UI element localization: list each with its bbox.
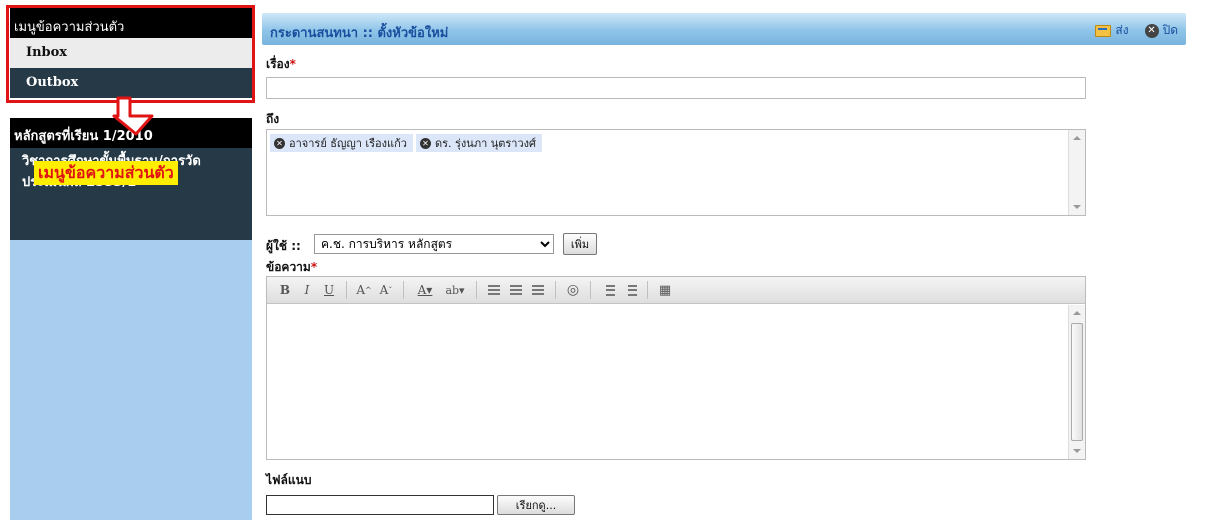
user-label: ผู้ใช้ ::: [266, 239, 301, 253]
bold-icon[interactable]: B: [275, 280, 295, 300]
message-label: ข้อความ*: [266, 258, 317, 277]
toolbar-separator: [346, 281, 347, 299]
scroll-up-icon[interactable]: [1073, 136, 1081, 140]
toolbar-separator: [590, 281, 591, 299]
remove-recipient-icon[interactable]: ✕: [274, 137, 285, 149]
close-circle-icon: ✕: [1144, 23, 1159, 38]
toolbar-separator: [403, 281, 404, 299]
align-right-icon[interactable]: [528, 280, 548, 300]
callout-label: เมนูข้อความส่วนตัว: [34, 161, 178, 185]
message-scrollbar[interactable]: [1068, 305, 1085, 459]
course-section-title: หลักสูตรที่เรียน 1/2010: [10, 118, 252, 148]
message-menu-title: เมนูข้อความส่วนตัว: [10, 8, 252, 38]
remove-recipient-icon[interactable]: ✕: [419, 137, 431, 149]
send-button[interactable]: ส่ง: [1095, 21, 1129, 40]
unordered-list-icon[interactable]: [620, 280, 640, 300]
recipient-chip[interactable]: ✕ อาจารย์ ธัญญา เรืองแก้ว: [270, 134, 413, 152]
recipients-box[interactable]: ✕ อาจารย์ ธัญญา เรืองแก้ว ✕ ดร. รุ่งนภา …: [266, 129, 1086, 216]
message-textarea[interactable]: [267, 305, 1068, 459]
add-user-button[interactable]: เพิ่ม: [563, 233, 597, 255]
editor-toolbar: B I U A ^ Aˇ A▾ ab▾ ◎ ▦: [267, 277, 1085, 304]
toolbar-separator: [647, 281, 648, 299]
scroll-down-icon[interactable]: [1073, 205, 1081, 209]
compose-panel: กระดานสนทนา :: ตั้งหัวข้อใหม่ ส่ง ✕ ปิด …: [262, 13, 1186, 520]
attachment-path-input[interactable]: [266, 495, 494, 515]
italic-icon[interactable]: I: [297, 280, 317, 300]
toolbar-separator: [476, 281, 477, 299]
close-button[interactable]: ✕ ปิด: [1144, 21, 1178, 40]
to-label: ถึง: [266, 112, 280, 126]
scroll-up-icon[interactable]: [1073, 311, 1081, 315]
sidebar: เมนูข้อความส่วนตัว Inbox Outbox หลักสูตร…: [10, 8, 252, 520]
font-color-icon[interactable]: A▾: [411, 280, 439, 300]
recipient-chip[interactable]: ✕ ดร. รุ่งนภา นุตราวงศ์: [415, 134, 543, 152]
scroll-down-icon[interactable]: [1073, 449, 1081, 453]
align-left-icon[interactable]: [484, 280, 504, 300]
subject-input[interactable]: [266, 77, 1086, 99]
scroll-thumb[interactable]: [1071, 323, 1083, 441]
close-label: ปิด: [1162, 23, 1178, 37]
toolbar-separator: [555, 281, 556, 299]
message-label-text: ข้อความ: [266, 260, 311, 274]
highlight-color-icon[interactable]: ab▾: [441, 280, 469, 300]
sidebar-item-outbox[interactable]: Outbox: [10, 68, 252, 98]
ordered-list-icon[interactable]: [598, 280, 618, 300]
recipients-scrollbar[interactable]: [1068, 130, 1085, 215]
recipient-name: อาจารย์ ธัญญา เรืองแก้ว: [289, 137, 407, 150]
increase-font-icon[interactable]: A ^: [354, 280, 374, 300]
align-center-icon[interactable]: [506, 280, 526, 300]
send-mail-icon: [1095, 24, 1112, 37]
titlebar-actions: ส่ง ✕ ปิด: [1095, 21, 1178, 40]
panel-titlebar: กระดานสนทนา :: ตั้งหัวข้อใหม่ ส่ง ✕ ปิด: [262, 13, 1186, 45]
decrease-font-icon[interactable]: Aˇ: [376, 280, 396, 300]
sidebar-gap: [10, 98, 252, 118]
sidebar-item-inbox[interactable]: Inbox: [10, 38, 252, 68]
send-label: ส่ง: [1115, 23, 1129, 37]
insert-link-icon[interactable]: ◎: [563, 280, 583, 300]
required-mark: *: [289, 57, 296, 71]
browse-button[interactable]: เรียกดู...: [497, 495, 575, 515]
attachment-label: ไฟล์แนบ: [266, 473, 312, 487]
source-code-icon[interactable]: ▦: [655, 280, 675, 300]
recipient-name: ดร. รุ่งนภา นุตราวงศ์: [434, 137, 537, 150]
message-editor: B I U A ^ Aˇ A▾ ab▾ ◎ ▦: [266, 276, 1086, 460]
required-mark: *: [310, 260, 318, 274]
underline-icon[interactable]: U: [319, 280, 339, 300]
page-title: กระดานสนทนา :: ตั้งหัวข้อใหม่: [270, 26, 449, 41]
user-select[interactable]: ค.ช. การบริหาร หลักสูตร: [314, 234, 554, 254]
subject-label-text: เรื่อง: [266, 57, 290, 71]
subject-label: เรื่อง*: [266, 55, 296, 74]
